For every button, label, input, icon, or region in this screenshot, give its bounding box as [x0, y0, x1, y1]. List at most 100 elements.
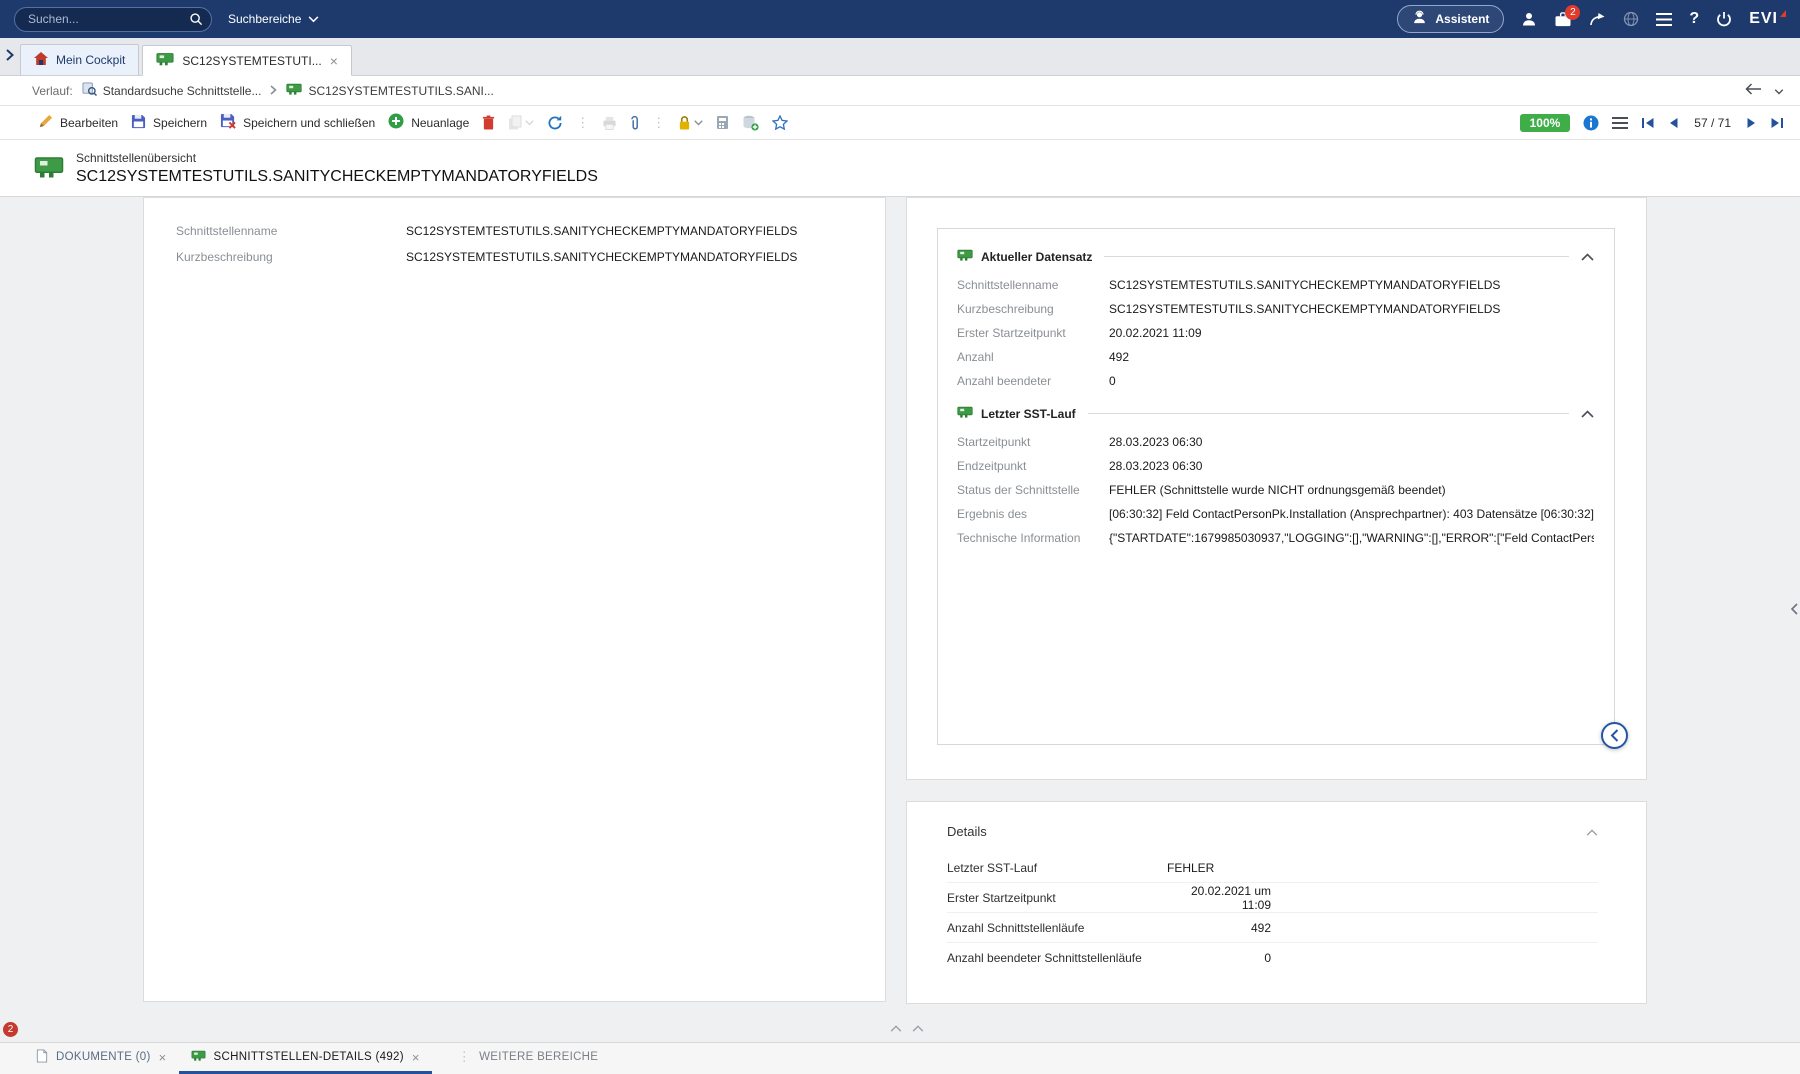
info-field: Schnittstellenname SC12SYSTEMTESTUTILS.S…: [957, 278, 1594, 292]
details-row: Letzter SST-Lauf FEHLER: [947, 853, 1598, 883]
tab-record[interactable]: SC12SYSTEMTESTUTI... ×: [142, 45, 352, 76]
copy-record-icon[interactable]: [508, 115, 534, 130]
save-button[interactable]: Speichern: [131, 114, 207, 132]
back-arrow-icon[interactable]: [1745, 83, 1762, 98]
info-field: Anzahl 492: [957, 350, 1594, 364]
tab-label: Mein Cockpit: [56, 53, 125, 67]
favorite-star-icon[interactable]: [772, 115, 788, 130]
briefcase-button[interactable]: 2: [1554, 12, 1572, 27]
tab-schnittstellen-details[interactable]: SCHNITTSTELLEN-DETAILS (492) ×: [179, 1043, 432, 1074]
print-icon[interactable]: [602, 116, 617, 130]
tab-mein-cockpit[interactable]: Mein Cockpit: [20, 44, 139, 75]
history-breadcrumb: Verlauf: Standardsuche Schnittstelle... …: [0, 76, 1800, 106]
field-label: Schnittstellenname: [176, 224, 406, 238]
edit-button[interactable]: Bearbeiten: [38, 114, 118, 132]
field-value: {"STARTDATE":1679985030937,"LOGGING":[],…: [1109, 531, 1594, 545]
collapse-chevron-icon[interactable]: [1581, 410, 1594, 418]
expand-up-chevron[interactable]: [912, 1025, 924, 1032]
redo-icon[interactable]: [1589, 12, 1606, 26]
field-label: Endzeitpunkt: [957, 459, 1109, 473]
global-search: [14, 7, 212, 32]
details-status-link[interactable]: FEHLER: [1167, 861, 1271, 875]
workspace-tabbar: Mein Cockpit SC12SYSTEMTESTUTI... ×: [0, 38, 1800, 76]
field-value: 28.03.2023 06:30: [1109, 459, 1594, 473]
menu-icon[interactable]: [1612, 117, 1628, 129]
details-panel: Details Letzter SST-Lauf FEHLER Erster S…: [906, 801, 1647, 1004]
lock-icon[interactable]: [678, 115, 703, 130]
database-add-icon[interactable]: [742, 115, 759, 131]
form-field: Kurzbeschreibung SC12SYSTEMTESTUTILS.SAN…: [176, 250, 865, 264]
search-areas-dropdown[interactable]: Suchbereiche: [228, 12, 319, 26]
bottom-panel-controls: [890, 1025, 924, 1032]
pencil-icon: [38, 114, 53, 132]
last-record-icon[interactable]: [1770, 117, 1784, 129]
help-button[interactable]: ?: [1689, 10, 1699, 28]
collapse-chevron-icon[interactable]: [1586, 825, 1598, 839]
record-info-inner-panel: Aktueller Datensatz Schnittstellenname S…: [937, 228, 1615, 745]
home-icon: [34, 52, 48, 68]
weitere-bereiche-button[interactable]: ⋮ WEITERE BEREICHE: [446, 1043, 611, 1074]
collapse-up-chevron[interactable]: [890, 1025, 902, 1032]
history-item-label: Standardsuche Schnittstelle...: [103, 84, 262, 98]
page-subtitle: Schnittstellenübersicht: [76, 151, 598, 165]
interface-card-icon-large: [34, 155, 64, 182]
details-label: Anzahl beendeter Schnittstellenläufe: [947, 951, 1167, 965]
attachment-icon[interactable]: [630, 115, 639, 131]
tab-dokumente[interactable]: DOKUMENTE (0) ×: [24, 1043, 179, 1074]
tab-label: SCHNITTSTELLEN-DETAILS (492): [214, 1051, 404, 1063]
first-record-icon[interactable]: [1641, 117, 1655, 129]
previous-record-icon[interactable]: [1668, 117, 1678, 129]
search-list-icon: [82, 82, 97, 99]
edit-label: Bearbeiten: [60, 116, 118, 130]
section-divider: [1088, 413, 1569, 414]
search-icon[interactable]: [189, 12, 203, 29]
topbar: Suchbereiche Assistent 2 ?: [0, 0, 1800, 38]
field-value: SC12SYSTEMTESTUTILS.SANITYCHECKEMPTYMAND…: [1109, 302, 1594, 316]
details-row: Anzahl Schnittstellenläufe 492: [947, 913, 1598, 943]
zoom-level-badge[interactable]: 100%: [1520, 114, 1571, 132]
document-icon: [36, 1049, 48, 1066]
calculator-icon[interactable]: [716, 115, 729, 130]
expand-nav-chevron[interactable]: [6, 49, 14, 64]
user-button[interactable]: [1521, 11, 1537, 27]
list-icon[interactable]: [1656, 13, 1672, 26]
info-icon[interactable]: [1583, 115, 1599, 131]
edge-expand-chevron[interactable]: [1790, 603, 1798, 618]
field-value: SC12SYSTEMTESTUTILS.SANITYCHECKEMPTYMAND…: [406, 250, 797, 264]
details-label: Anzahl Schnittstellenläufe: [947, 921, 1167, 935]
refresh-icon[interactable]: [547, 115, 563, 131]
topbar-right-icons: Assistent 2 ? EVI: [1397, 5, 1786, 33]
alert-count-badge: 2: [3, 1022, 18, 1037]
info-field: Technische Information {"STARTDATE":1679…: [957, 531, 1594, 545]
field-label: Technische Information: [957, 531, 1109, 545]
power-icon[interactable]: [1716, 11, 1732, 27]
history-label: Verlauf:: [32, 84, 73, 98]
next-record-icon[interactable]: [1747, 117, 1757, 129]
details-title: Details: [947, 824, 987, 839]
history-dropdown-chevron[interactable]: [1774, 84, 1784, 98]
history-item-search[interactable]: Standardsuche Schnittstelle...: [82, 82, 262, 99]
panel-collapse-button[interactable]: [1601, 722, 1628, 749]
field-value: 20.02.2021 11:09: [1109, 326, 1594, 340]
record-toolbar: Bearbeiten Speichern Speichern und schli…: [0, 106, 1800, 140]
close-icon[interactable]: ×: [159, 1050, 167, 1065]
history-item-record[interactable]: SC12SYSTEMTESTUTILS.SANI...: [286, 83, 493, 98]
main-content: Schnittstellenname SC12SYSTEMTESTUTILS.S…: [0, 197, 1800, 1042]
close-icon[interactable]: ×: [412, 1050, 420, 1065]
new-record-button[interactable]: Neuanlage: [388, 113, 469, 132]
globe-icon[interactable]: [1623, 11, 1639, 27]
bottom-tabbar: DOKUMENTE (0) × SCHNITTSTELLEN-DETAILS (…: [0, 1042, 1800, 1074]
form-field: Schnittstellenname SC12SYSTEMTESTUTILS.S…: [176, 224, 865, 238]
section-title: Letzter SST-Lauf: [981, 407, 1076, 421]
field-label: Anzahl beendeter: [957, 374, 1109, 388]
interface-card-icon: [957, 249, 973, 264]
save-close-button[interactable]: Speichern und schließen: [220, 113, 375, 132]
interface-card-icon: [957, 406, 973, 421]
delete-icon[interactable]: [482, 115, 495, 130]
details-label: Letzter SST-Lauf: [947, 861, 1167, 875]
search-input[interactable]: [14, 7, 212, 32]
tab-label: SC12SYSTEMTESTUTI...: [182, 54, 321, 68]
assistant-button[interactable]: Assistent: [1397, 5, 1504, 33]
collapse-chevron-icon[interactable]: [1581, 253, 1594, 261]
close-icon[interactable]: ×: [330, 54, 338, 68]
